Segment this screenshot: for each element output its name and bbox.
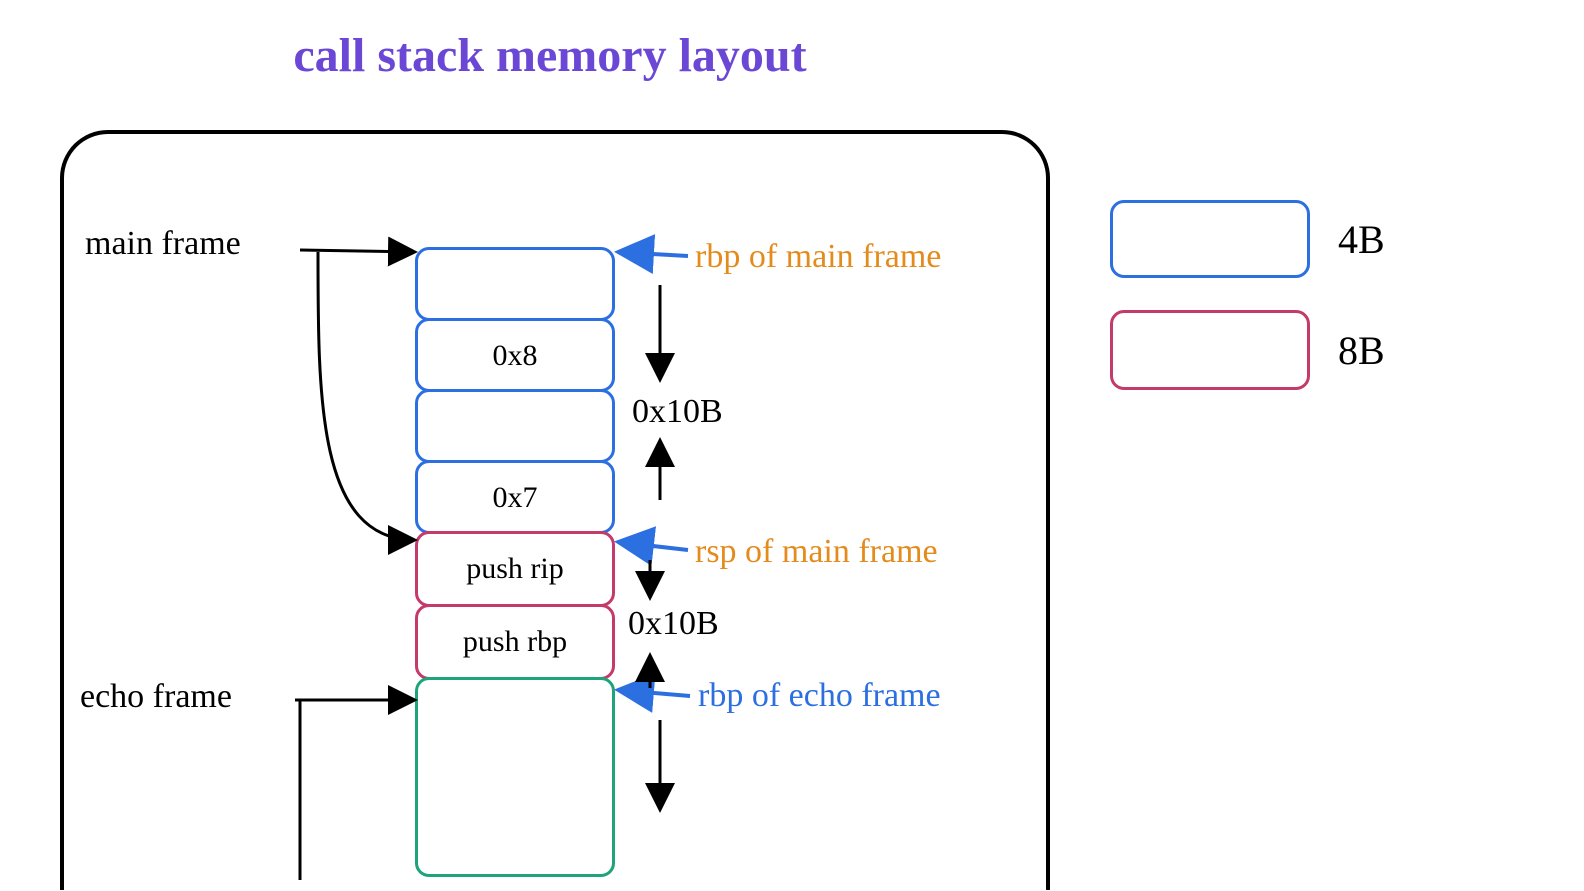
cell-3: 0x7 bbox=[415, 460, 615, 534]
cell-2 bbox=[415, 389, 615, 463]
stack-column: 0x8 0x7 push rip push rbp bbox=[415, 250, 615, 877]
legend-box-4b bbox=[1110, 200, 1310, 278]
diagram-title: call stack memory layout bbox=[0, 28, 1100, 83]
legend-label-8b: 8B bbox=[1338, 327, 1385, 374]
label-main-frame: main frame bbox=[85, 225, 241, 263]
legend-box-8b bbox=[1110, 310, 1310, 390]
cell-4: push rip bbox=[415, 531, 615, 607]
cell-1: 0x8 bbox=[415, 318, 615, 392]
legend: 4B 8B bbox=[1110, 200, 1385, 422]
label-rsp-main: rsp of main frame bbox=[695, 533, 938, 571]
cell-5: push rbp bbox=[415, 604, 615, 680]
label-rbp-main: rbp of main frame bbox=[695, 238, 941, 276]
label-size-echo: 0x10B bbox=[628, 605, 719, 643]
cell-6-echo-body bbox=[415, 677, 615, 877]
label-echo-frame: echo frame bbox=[80, 678, 232, 716]
legend-label-4b: 4B bbox=[1338, 216, 1385, 263]
cell-0 bbox=[415, 247, 615, 321]
label-rbp-echo: rbp of echo frame bbox=[698, 677, 941, 715]
label-size-main: 0x10B bbox=[632, 393, 723, 431]
